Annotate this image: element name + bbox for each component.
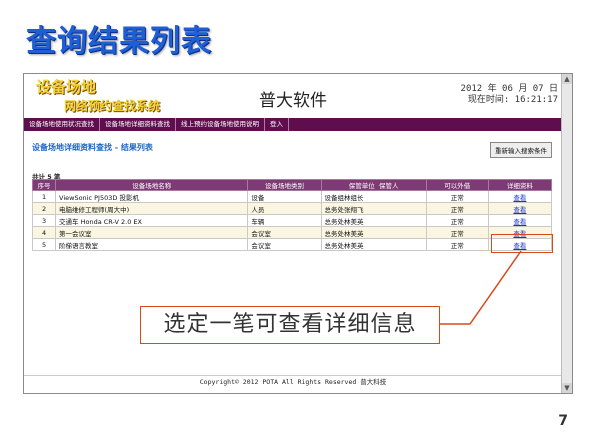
- slide-page-number: 7: [558, 413, 568, 429]
- callout-box: 选定一笔可查看详细信息: [140, 306, 440, 344]
- callout-connector-line: [438, 250, 522, 325]
- callout-connector: [438, 250, 522, 325]
